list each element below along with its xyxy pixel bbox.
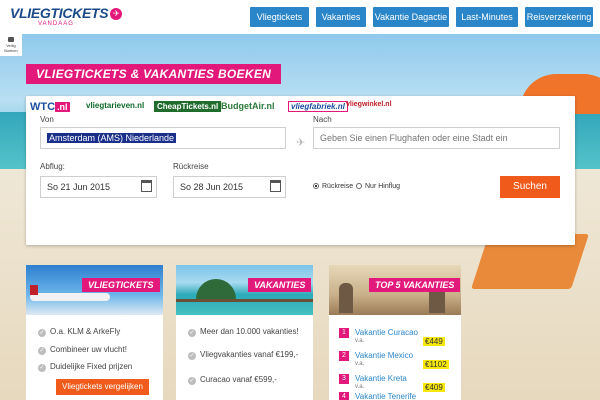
list-item: ✓ Combineer uw vlucht! bbox=[38, 345, 127, 355]
depart-label: Abflug: bbox=[40, 162, 65, 171]
to-field[interactable] bbox=[313, 127, 560, 149]
radio-oneway-label: Nur Hinflug bbox=[365, 183, 401, 190]
radio-oneway[interactable]: Nur Hinflug bbox=[356, 183, 400, 190]
radio-unselected-icon bbox=[356, 183, 362, 189]
safety-badge-label: Veilig Boeken bbox=[4, 43, 18, 53]
depart-date-value: So 21 Jun 2015 bbox=[47, 182, 111, 192]
calendar-icon[interactable] bbox=[141, 180, 152, 192]
destination-link[interactable]: Vakantie Curacao bbox=[355, 328, 418, 337]
calendar-icon[interactable] bbox=[270, 180, 281, 192]
brand-vliegtarieven-logo[interactable]: vliegtarieven.nl bbox=[86, 101, 144, 110]
check-icon: ✓ bbox=[188, 352, 196, 360]
from-value: Amsterdam (AMS) Niederlande bbox=[47, 133, 177, 143]
compare-flights-button[interactable]: Vliegtickets vergelijken bbox=[56, 379, 149, 395]
destination-link[interactable]: Vakantie Tenerife bbox=[355, 392, 416, 400]
list-item: ✓ Meer dan 10.000 vakanties! bbox=[188, 327, 299, 337]
destination-link[interactable]: Vakantie Mexico bbox=[355, 351, 413, 360]
rank-badge: 2 bbox=[339, 351, 349, 361]
site-header: VLIEGTICKETS ✈ VANDAAG Vliegtickets Vakan… bbox=[0, 0, 600, 34]
check-icon: ✓ bbox=[188, 329, 196, 337]
rank-badge: 1 bbox=[339, 328, 349, 338]
rank-badge: 4 bbox=[339, 392, 349, 400]
brand-cheaptickets-logo[interactable]: CheapTickets.nl bbox=[154, 101, 222, 112]
lock-icon bbox=[8, 37, 14, 42]
nav-reisverzekering[interactable]: Reisverzekering bbox=[525, 7, 593, 27]
price-badge: €449 bbox=[423, 337, 445, 346]
from-field[interactable]: Amsterdam (AMS) Niederlande bbox=[40, 127, 286, 149]
list-item[interactable]: 3 Vakantie Kreta v.a. €409 bbox=[339, 374, 445, 392]
logo-tagline: VANDAAG bbox=[38, 21, 74, 27]
from-label: Von bbox=[40, 115, 54, 124]
list-item[interactable]: 4 Vakantie Tenerife bbox=[339, 392, 416, 400]
brand-vliegfabriek-logo[interactable]: vliegfabriek.nl bbox=[288, 101, 348, 112]
airplane-tail-decoration bbox=[30, 285, 38, 295]
plane-icon: ✈ bbox=[296, 137, 306, 149]
card-holidays-title: VAKANTIES bbox=[248, 278, 312, 292]
safety-badge[interactable]: Veilig Boeken bbox=[0, 34, 22, 56]
check-icon: ✓ bbox=[188, 377, 196, 385]
price-badge: €409 bbox=[423, 383, 445, 392]
list-item: ✓ Vliegvakanties vanaf €199,- bbox=[188, 350, 299, 360]
list-item: ✓ Duidelijke Fixed prijzen bbox=[38, 362, 133, 372]
airplane-decoration bbox=[30, 293, 110, 301]
check-icon: ✓ bbox=[38, 364, 46, 372]
depart-date-field[interactable]: So 21 Jun 2015 bbox=[40, 176, 157, 198]
to-input[interactable] bbox=[320, 128, 553, 148]
to-label: Nach bbox=[313, 115, 332, 124]
radio-roundtrip-label: Rückreise bbox=[322, 183, 354, 190]
card-top5: TOP 5 VAKANTIES 1 Vakantie Curacao v.a. €4… bbox=[329, 265, 461, 400]
nav-last-minutes[interactable]: Last-Minutes bbox=[456, 7, 518, 27]
brand-budgetair-logo[interactable]: BudgetAir.nl bbox=[221, 101, 275, 111]
card-flights: VLIEGTICKETS ✓ O.a. KLM & ArkeFly ✓ Combin… bbox=[26, 265, 163, 400]
list-item[interactable]: 1 Vakantie Curacao v.a. €449 bbox=[339, 328, 445, 346]
return-date-field[interactable]: So 28 Jun 2015 bbox=[173, 176, 286, 198]
radio-selected-icon bbox=[313, 183, 319, 189]
nav-vakantie-dagactie[interactable]: Vakantie Dagactie bbox=[373, 7, 449, 27]
destination-link[interactable]: Vakantie Kreta bbox=[355, 374, 407, 383]
rank-badge: 3 bbox=[339, 374, 349, 384]
card-flights-title: VLIEGTICKETS bbox=[82, 278, 160, 292]
brand-vliegwinkel-logo[interactable]: vliegwinkel.nl bbox=[346, 101, 392, 108]
check-icon: ✓ bbox=[38, 347, 46, 355]
list-item: ✓ O.a. KLM & ArkeFly bbox=[38, 327, 121, 337]
search-button[interactable]: Suchen bbox=[500, 176, 560, 198]
radio-roundtrip[interactable]: Rückreise bbox=[313, 183, 353, 190]
temple-decoration bbox=[339, 283, 353, 313]
bungalows-decoration bbox=[176, 299, 313, 302]
site-logo[interactable]: VLIEGTICKETS ✈ VANDAAG bbox=[10, 5, 123, 27]
logo-wordmark: VLIEGTICKETS bbox=[10, 5, 109, 21]
card-top5-title: TOP 5 VAKANTIES bbox=[369, 278, 461, 292]
card-holidays: VAKANTIES ✓ Meer dan 10.000 vakanties! ✓ V… bbox=[176, 265, 313, 400]
return-date-value: So 28 Jun 2015 bbox=[180, 182, 244, 192]
price-badge: €1102 bbox=[423, 360, 449, 369]
nav-vakanties[interactable]: Vakanties bbox=[316, 7, 366, 27]
list-item: ✓ Curacao vanaf €599,- bbox=[188, 375, 277, 385]
nav-vliegtickets[interactable]: Vliegtickets bbox=[250, 7, 309, 27]
search-panel: WTC .nl vliegtarieven.nl CheapTickets.nl … bbox=[26, 96, 575, 245]
brand-wtc-logo[interactable]: WTC .nl bbox=[30, 101, 70, 113]
plane-icon: ✈ bbox=[110, 8, 123, 20]
return-label: Rückreise bbox=[173, 162, 209, 171]
island-decoration bbox=[196, 279, 236, 301]
page-title: VLIEGTICKETS & VAKANTIES BOEKEN bbox=[26, 64, 282, 84]
list-item[interactable]: 2 Vakantie Mexico v.a. €1102 bbox=[339, 351, 449, 369]
check-icon: ✓ bbox=[38, 329, 46, 337]
